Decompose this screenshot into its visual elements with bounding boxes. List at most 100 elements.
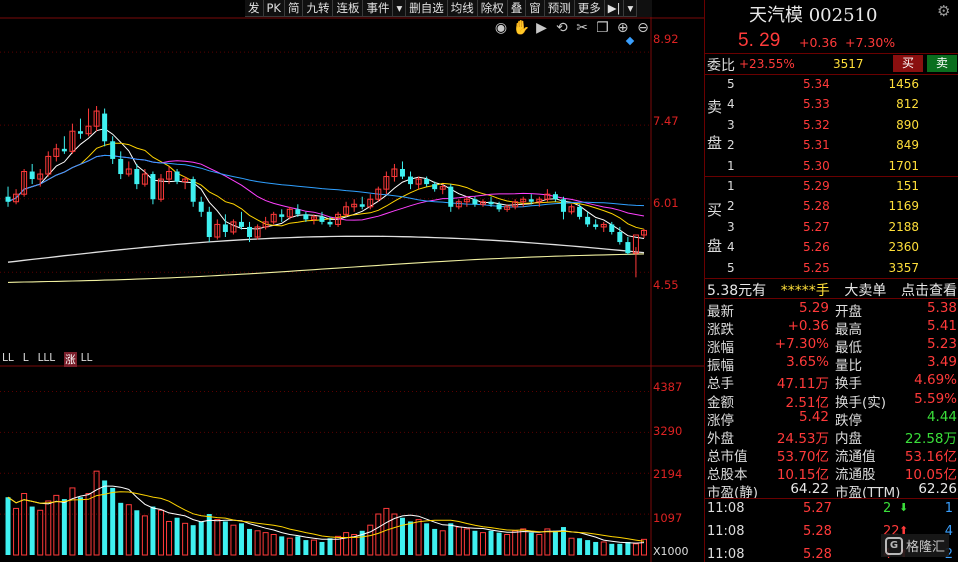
stat-value: 53.16亿 — [904, 448, 957, 465]
toolbar-button[interactable]: ▾ — [624, 0, 638, 17]
toolbar-button[interactable]: 预测 — [544, 0, 575, 17]
volume-bar-up — [13, 507, 20, 556]
big-order-type: 大卖单 — [844, 283, 887, 299]
toolbar-button[interactable]: 更多 — [574, 0, 605, 17]
gear-icon[interactable]: ⚙ — [937, 2, 950, 20]
scissors-icon[interactable]: ✂ — [573, 19, 591, 37]
stat-value: 4.69% — [914, 372, 957, 389]
toolbar-button[interactable]: 均线 — [447, 0, 478, 17]
toolbar-button[interactable]: 叠 — [507, 0, 527, 17]
order-price: 5.34 — [803, 77, 830, 91]
signal-mark-zhang: 涨 — [64, 352, 77, 367]
kline-chart[interactable] — [0, 0, 704, 562]
divider — [705, 74, 958, 75]
stat-label: 最新 — [707, 304, 734, 320]
candle-down — [295, 209, 301, 215]
order-price: 5.26 — [803, 240, 830, 255]
ma5-line — [7, 128, 645, 239]
stat-row: 总市值 53.70亿 流通值 53.16亿 — [707, 445, 957, 465]
order-qty: 2360 — [888, 240, 919, 255]
view-details-link[interactable]: 点击查看 — [901, 280, 957, 300]
order-book-row[interactable]: 3 5.27 2188 — [727, 220, 958, 240]
order-book-row[interactable]: 2 5.31 849 — [727, 138, 958, 158]
sell-button[interactable]: 卖 — [927, 55, 957, 72]
toolbar-button[interactable]: 事件 — [363, 0, 394, 17]
toolbar-button[interactable]: ▾ — [393, 0, 407, 17]
toolbar-button[interactable]: 连板 — [333, 0, 364, 17]
stat-value: 5.23 — [926, 336, 957, 353]
volume-bar-up — [455, 526, 462, 556]
copy-icon[interactable]: ❐ — [593, 19, 611, 37]
toolbar-button[interactable]: 窗 — [526, 0, 545, 17]
candle-down — [110, 141, 116, 159]
candle-down — [593, 224, 599, 227]
signal-mark: L — [22, 352, 29, 364]
candle-down — [472, 199, 478, 205]
tick-count: 1 — [944, 501, 953, 516]
sell-side-label: 卖 — [707, 98, 723, 116]
order-level: 1 — [727, 179, 735, 193]
candle-down — [432, 184, 438, 190]
volume-bar-down — [238, 523, 244, 555]
toolbar-button[interactable]: 删自选 — [406, 0, 448, 17]
volume-bar-up — [512, 530, 519, 556]
stat-value: +7.30% — [774, 336, 829, 353]
candle-down — [625, 242, 631, 254]
order-book-row[interactable]: 2 5.28 1169 — [727, 199, 958, 219]
zoom-in-icon[interactable]: ⊕ — [614, 19, 632, 37]
order-price: 5.30 — [803, 158, 830, 173]
toolbar-button[interactable]: 九转 — [303, 0, 334, 17]
volume-bar-up — [214, 519, 221, 556]
toolbar-button[interactable]: 发 — [245, 0, 264, 17]
volume-bar-down — [577, 538, 583, 555]
candle-down — [174, 171, 180, 182]
volume-bar-down — [110, 487, 116, 555]
volume-bar-up — [310, 539, 317, 556]
volume-bar-down — [408, 521, 414, 555]
order-level: 2 — [727, 199, 735, 214]
toolbar-button[interactable]: 简 — [284, 0, 304, 17]
candle-down — [29, 171, 35, 180]
stat-value: 5.38 — [926, 300, 957, 316]
volume-unit-label: X1000 — [653, 545, 689, 558]
order-book-row[interactable]: 5 5.34 1456 — [727, 77, 958, 97]
volume-bar-up — [520, 528, 527, 556]
stat-value: 4.44 — [926, 408, 957, 425]
volume-bar-up — [568, 537, 575, 556]
toolbar-button[interactable]: 除权 — [477, 0, 508, 17]
tick-time: 11:08 — [707, 547, 745, 562]
tick-time: 11:08 — [707, 524, 745, 539]
play-icon[interactable]: ▶ — [533, 19, 551, 37]
volume-bar-down — [198, 521, 204, 555]
stat-label: 总手 — [707, 376, 734, 393]
zoom-out-icon[interactable]: ⊖ — [634, 19, 652, 37]
stat-row: 市盈(静) 64.22 市盈(TTM) 62.26 — [707, 481, 957, 501]
buy-button[interactable]: 买 — [893, 55, 923, 72]
stat-value: 47.11万 — [776, 376, 829, 393]
toolbar-button[interactable]: PK — [263, 0, 285, 17]
weibi-label: 委比 — [707, 58, 735, 74]
order-book-row[interactable]: 4 5.26 2360 — [727, 240, 958, 260]
order-book-row[interactable]: 4 5.33 812 — [727, 97, 958, 117]
signal-mark: LL — [2, 352, 14, 364]
stat-label: 流通值 — [835, 448, 876, 465]
volume-bar-down — [303, 540, 309, 555]
rewind-icon[interactable]: ⟲ — [553, 19, 571, 37]
stat-value: 64.22 — [790, 481, 829, 497]
order-book-row[interactable]: 1 5.29 151 — [727, 179, 958, 199]
volume-bar-down — [327, 538, 333, 555]
order-book-row[interactable]: 3 5.32 890 — [727, 118, 958, 138]
stat-value: 53.70亿 — [776, 448, 829, 465]
ma10-line — [7, 142, 645, 230]
volume-bar-up — [343, 532, 350, 556]
stat-label: 流通股 — [835, 466, 876, 483]
volume-bar-up — [157, 509, 164, 556]
stat-label: 最高 — [835, 322, 862, 339]
toolbar-button[interactable]: ▶| — [604, 0, 625, 17]
order-qty: 849 — [896, 138, 919, 153]
eye-icon[interactable]: ◉ — [492, 19, 510, 37]
stat-label: 总市值 — [707, 448, 748, 465]
volume-bar-up — [141, 515, 148, 556]
tick-price: 5.27 — [803, 501, 832, 516]
hand-icon[interactable]: ✋ — [512, 19, 530, 37]
